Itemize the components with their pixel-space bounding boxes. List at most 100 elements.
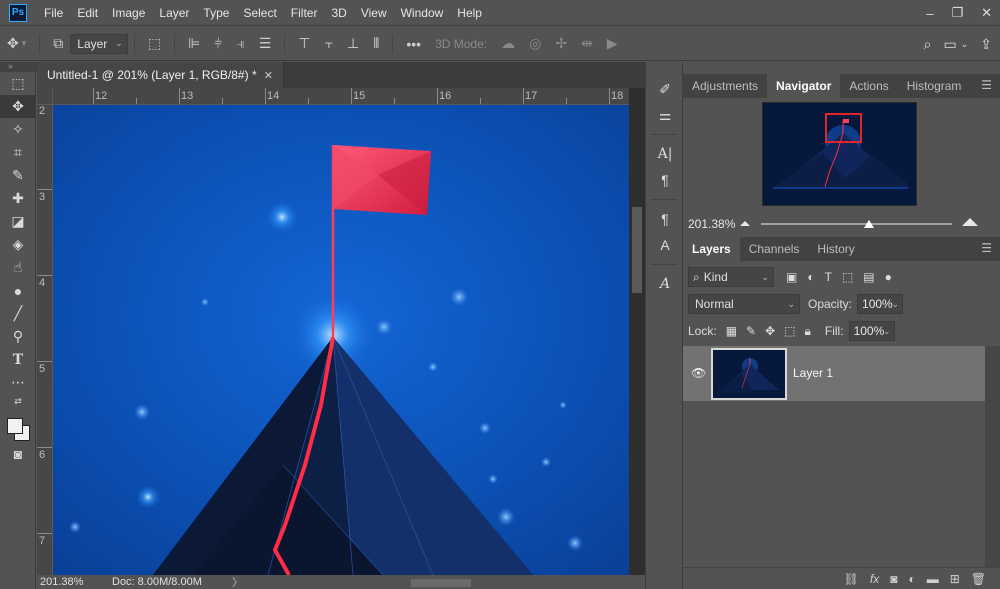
close-icon[interactable]: ✕ (264, 69, 273, 82)
menu-select[interactable]: Select (236, 0, 283, 26)
auto-select-icon[interactable]: ⧉ (53, 35, 63, 52)
navigator-preview[interactable] (762, 102, 917, 206)
opacity-field[interactable]: 100% ⌄ (857, 294, 904, 314)
minimize-icon[interactable]: – (926, 6, 933, 21)
zoom-slider-handle[interactable] (864, 220, 874, 228)
align-left-icon[interactable]: ⊫ (188, 35, 200, 52)
collapse-left-icon[interactable]: » (8, 61, 13, 71)
glyphs-icon[interactable]: A (646, 271, 684, 297)
foreground-color[interactable] (7, 418, 23, 434)
vertical-scroll-thumb[interactable] (632, 207, 642, 293)
menu-image[interactable]: Image (105, 0, 152, 26)
menu-window[interactable]: Window (394, 0, 451, 26)
healing-brush-icon[interactable]: ✚ (0, 187, 36, 210)
lock-position-icon[interactable]: ✥ (765, 324, 775, 339)
character-styles-icon[interactable]: A (646, 232, 684, 258)
quick-mask-icon[interactable]: ◙ (0, 442, 36, 465)
close-icon[interactable]: ✕ (981, 5, 992, 21)
marquee-tool-icon[interactable]: ⬚ (0, 72, 36, 95)
tab-layers[interactable]: Layers (683, 237, 740, 261)
pixel-filter-icon[interactable]: ▣ (786, 270, 797, 284)
paragraph-styles-icon[interactable]: ¶ (646, 206, 684, 232)
align-right-icon[interactable]: ⫣ (236, 35, 244, 52)
shape-filter-icon[interactable]: ⬚ (842, 270, 853, 284)
chevron-down-icon[interactable]: ⌄ (961, 39, 969, 50)
tab-histogram[interactable]: Histogram (898, 74, 971, 98)
navigator-view-box[interactable] (825, 113, 862, 143)
paragraph-icon[interactable]: ¶ (646, 167, 684, 193)
eyedropper-tool-icon[interactable]: ⚲ (0, 325, 36, 348)
distribute-vertical-icon[interactable]: ⦀ (373, 35, 379, 52)
move-tool-icon[interactable]: ✥ (7, 35, 19, 52)
more-tools-icon[interactable]: ⋯ (0, 371, 36, 394)
layer-row[interactable]: 👁︎ Layer 1 (683, 346, 985, 401)
chevron-down-icon[interactable]: ⌄ (891, 299, 899, 310)
share-icon[interactable]: ⇪ (980, 36, 992, 53)
adjustments-icon[interactable]: ⚌ (646, 102, 684, 128)
more-options-icon[interactable]: ••• (406, 36, 421, 52)
auto-select-dropdown[interactable]: Layer ⌄ (70, 33, 128, 54)
character-icon[interactable]: A| (646, 141, 684, 167)
align-center-icon[interactable]: ⫩ (214, 35, 222, 52)
tab-channels[interactable]: Channels (740, 237, 809, 261)
delete-layer-icon[interactable]: 🗑︎ (971, 572, 986, 586)
smart-object-filter-icon[interactable]: ▤ (863, 270, 874, 284)
panel-menu-icon[interactable]: ☰ (981, 241, 992, 255)
transform-controls-icon[interactable]: ⬚ (148, 35, 161, 52)
adjustment-filter-icon[interactable]: ◐ (807, 270, 814, 284)
blend-mode-dropdown[interactable]: Normal ⌄ (688, 294, 800, 314)
type-filter-icon[interactable]: T (825, 270, 832, 284)
panel-menu-icon[interactable]: ☰ (981, 78, 992, 92)
vertical-scrollbar[interactable] (629, 88, 645, 575)
horizontal-scroll-thumb[interactable] (411, 579, 471, 587)
lock-image-icon[interactable]: ✎ (746, 324, 756, 339)
image-canvas[interactable] (53, 105, 629, 575)
restore-icon[interactable]: ❐ (951, 5, 963, 21)
lock-artboard-icon[interactable]: ⬚ (784, 324, 795, 339)
search-icon[interactable]: ⌕ (924, 36, 932, 53)
tab-navigator[interactable]: Navigator (767, 74, 841, 98)
color-swatches[interactable] (0, 408, 36, 442)
chevron-down-icon[interactable]: ▾ (22, 38, 27, 49)
menu-layer[interactable]: Layer (152, 0, 196, 26)
document-tab[interactable]: Untitled-1 @ 201% (Layer 1, RGB/8#) * ✕ (37, 62, 284, 88)
tab-actions[interactable]: Actions (840, 74, 897, 98)
status-menu-icon[interactable]: 〉 (232, 574, 243, 589)
zoom-out-icon[interactable] (740, 221, 750, 226)
align-bottom-icon[interactable]: ⊥ (347, 35, 359, 52)
move-tool-icon[interactable]: ✥ (0, 95, 36, 118)
chevron-down-icon[interactable]: ⌄ (883, 326, 891, 337)
layers-scrollbar[interactable] (985, 346, 1000, 567)
adjustment-layer-icon[interactable]: ◐ (908, 572, 915, 586)
line-tool-icon[interactable]: ╱ (0, 302, 36, 325)
brush-tool-icon[interactable]: ✎ (0, 164, 36, 187)
zoom-slider-track[interactable] (761, 223, 952, 225)
eraser-tool-icon[interactable]: ◪ (0, 210, 36, 233)
status-zoom[interactable]: 201.38% (40, 576, 112, 588)
crop-tool-icon[interactable]: ⌗ (0, 141, 36, 164)
menu-type[interactable]: Type (196, 0, 236, 26)
tab-history[interactable]: History (808, 237, 863, 261)
paint-bucket-icon[interactable]: ◈ (0, 233, 36, 256)
menu-view[interactable]: View (354, 0, 394, 26)
navigator-zoom-value[interactable]: 201.38% (688, 217, 735, 231)
new-group-icon[interactable]: ▬ (927, 572, 939, 586)
link-layers-icon[interactable]: ⛓ (844, 572, 859, 586)
type-tool-icon[interactable]: T (0, 348, 36, 371)
layer-style-icon[interactable]: fx (870, 572, 879, 586)
brush-settings-icon[interactable]: ✐ (646, 76, 684, 102)
fill-field[interactable]: 100% ⌄ (848, 321, 895, 341)
filter-toggle-icon[interactable]: ● (885, 270, 892, 284)
lock-transparency-icon[interactable]: ▦ (726, 324, 737, 339)
lock-all-icon[interactable]: 🔒︎ (805, 324, 811, 339)
smudge-tool-icon[interactable]: ☝ (0, 256, 36, 279)
tab-adjustments[interactable]: Adjustments (683, 74, 767, 98)
menu-help[interactable]: Help (450, 0, 489, 26)
kind-filter-dropdown[interactable]: ⌕ Kind ⌄ (688, 267, 774, 287)
align-top-icon[interactable]: ⊤ (298, 35, 310, 52)
distribute-icon[interactable]: ☰ (259, 35, 272, 52)
menu-edit[interactable]: Edit (70, 0, 105, 26)
align-middle-icon[interactable]: ⫟ (325, 35, 333, 52)
menu-file[interactable]: File (37, 0, 70, 26)
new-layer-icon[interactable]: ⊞ (950, 572, 960, 586)
